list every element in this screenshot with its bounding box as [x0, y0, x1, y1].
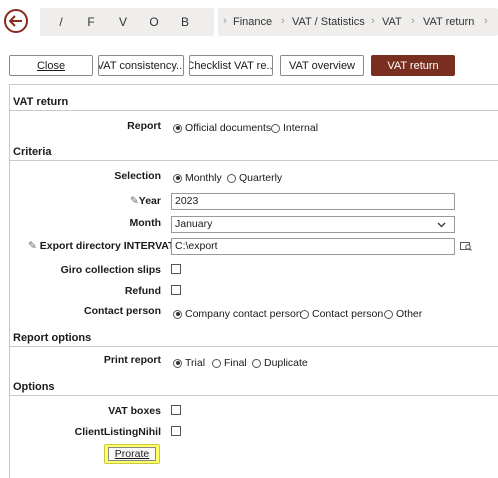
vat-boxes-label: VAT boxes	[108, 405, 161, 417]
section-header-report-options: Report options	[10, 330, 498, 347]
vat-return-button[interactable]: VAT return	[371, 55, 455, 76]
folder-search-icon	[460, 242, 472, 251]
nav-button-f[interactable]: F	[80, 8, 102, 36]
print-report-label: Print report	[103, 354, 161, 366]
report-label: Report	[127, 120, 161, 132]
chevron-right-icon: ›	[484, 15, 488, 27]
chevron-right-icon: ›	[371, 15, 375, 27]
nav-button-v[interactable]: V	[112, 8, 134, 36]
breadcrumb-item-vat-statistics[interactable]: VAT / Statistics	[292, 16, 365, 28]
radio-monthly[interactable]: Monthly	[173, 172, 222, 184]
radio-label: Official documents	[185, 122, 272, 134]
back-button[interactable]	[4, 9, 28, 33]
radio-label: Final	[224, 357, 247, 369]
year-input[interactable]: 2023	[171, 193, 455, 210]
prorate-button-label: Prorate	[107, 447, 157, 461]
radio-dot	[252, 358, 261, 368]
checklist-label: Checklist VAT re...	[189, 59, 273, 72]
export-directory-label: ✎ Export directory INTERVAT	[28, 240, 175, 252]
selection-label: Selection	[114, 170, 161, 182]
breadcrumb-item-vat[interactable]: VAT	[382, 16, 402, 28]
radio-duplicate[interactable]: Duplicate	[252, 357, 308, 369]
month-select-value: January	[175, 218, 213, 230]
radio-dot	[212, 358, 221, 368]
checklist-vat-return-button[interactable]: Checklist VAT re...	[189, 55, 273, 76]
radio-internal[interactable]: Internal	[271, 122, 318, 134]
arrow-left-icon	[9, 15, 22, 27]
browse-folder-icon[interactable]	[460, 240, 472, 252]
giro-collection-label: Giro collection slips	[60, 264, 161, 276]
radio-contact-person[interactable]: Contact person	[300, 308, 383, 320]
month-label: Month	[129, 217, 162, 229]
month-select[interactable]: January	[171, 216, 455, 233]
radio-dot	[173, 309, 182, 319]
wand-icon: ✎	[28, 240, 37, 252]
nav-button-b[interactable]: B	[174, 8, 196, 36]
client-listing-nihil-label: ClientListingNihil	[74, 426, 161, 438]
radio-label: Duplicate	[264, 357, 308, 369]
vat-overview-label: VAT overview	[288, 59, 356, 72]
breadcrumb-item-vat-return[interactable]: VAT return	[423, 16, 474, 28]
chevron-right-icon: ›	[281, 15, 285, 27]
radio-dot	[384, 309, 393, 319]
vat-consistency-button[interactable]: VAT consistency...	[98, 55, 184, 76]
refund-label: Refund	[124, 285, 161, 297]
radio-label: Contact person	[312, 308, 384, 320]
radio-dot	[173, 173, 182, 183]
close-button-label: Close	[36, 59, 66, 72]
export-directory-input[interactable]: C:\export	[171, 238, 455, 255]
radio-company-contact-person[interactable]: Company contact person	[173, 308, 302, 320]
client-listing-nihil-checkbox[interactable]	[171, 426, 181, 436]
vat-boxes-checkbox[interactable]	[171, 405, 181, 415]
radio-dot	[173, 123, 182, 133]
year-label: ✎Year	[129, 195, 161, 207]
prorate-button[interactable]: Prorate	[104, 444, 160, 464]
section-header-criteria: Criteria	[10, 144, 498, 161]
radio-label: Trial	[185, 357, 206, 369]
radio-quarterly[interactable]: Quarterly	[227, 172, 282, 184]
breadcrumb: › Finance › VAT / Statistics › VAT › VAT…	[218, 8, 498, 36]
breadcrumb-item-finance[interactable]: Finance	[233, 16, 272, 28]
quick-nav-group: / F V O B	[40, 8, 214, 36]
radio-dot	[271, 123, 280, 133]
chevron-right-icon: ›	[411, 15, 415, 27]
radio-label: Monthly	[185, 172, 222, 184]
vat-consistency-label: VAT consistency...	[98, 59, 184, 72]
close-button[interactable]: Close	[9, 55, 93, 76]
radio-dot	[227, 173, 236, 183]
nav-button-o[interactable]: O	[143, 8, 165, 36]
radio-other[interactable]: Other	[384, 308, 422, 320]
radio-trial[interactable]: Trial	[173, 357, 205, 369]
chevron-down-icon	[437, 222, 446, 228]
radio-label: Internal	[283, 122, 319, 134]
radio-official-documents[interactable]: Official documents	[173, 122, 271, 134]
nav-button-slash[interactable]: /	[50, 8, 72, 36]
radio-label: Company contact person	[185, 308, 302, 320]
radio-dot	[300, 309, 309, 319]
radio-final[interactable]: Final	[212, 357, 247, 369]
refund-checkbox[interactable]	[171, 285, 181, 295]
section-header-vat-return: VAT return	[10, 94, 498, 111]
section-header-options: Options	[10, 379, 498, 396]
vat-overview-button[interactable]: VAT overview	[280, 55, 364, 76]
vat-return-label: VAT return	[387, 59, 439, 72]
wand-icon: ✎	[129, 195, 139, 207]
radio-dot	[173, 358, 182, 368]
radio-label: Other	[396, 308, 423, 320]
chevron-right-icon: ›	[223, 15, 227, 27]
radio-label: Quarterly	[239, 172, 283, 184]
giro-collection-checkbox[interactable]	[171, 264, 181, 274]
contact-person-label: Contact person	[83, 305, 161, 317]
